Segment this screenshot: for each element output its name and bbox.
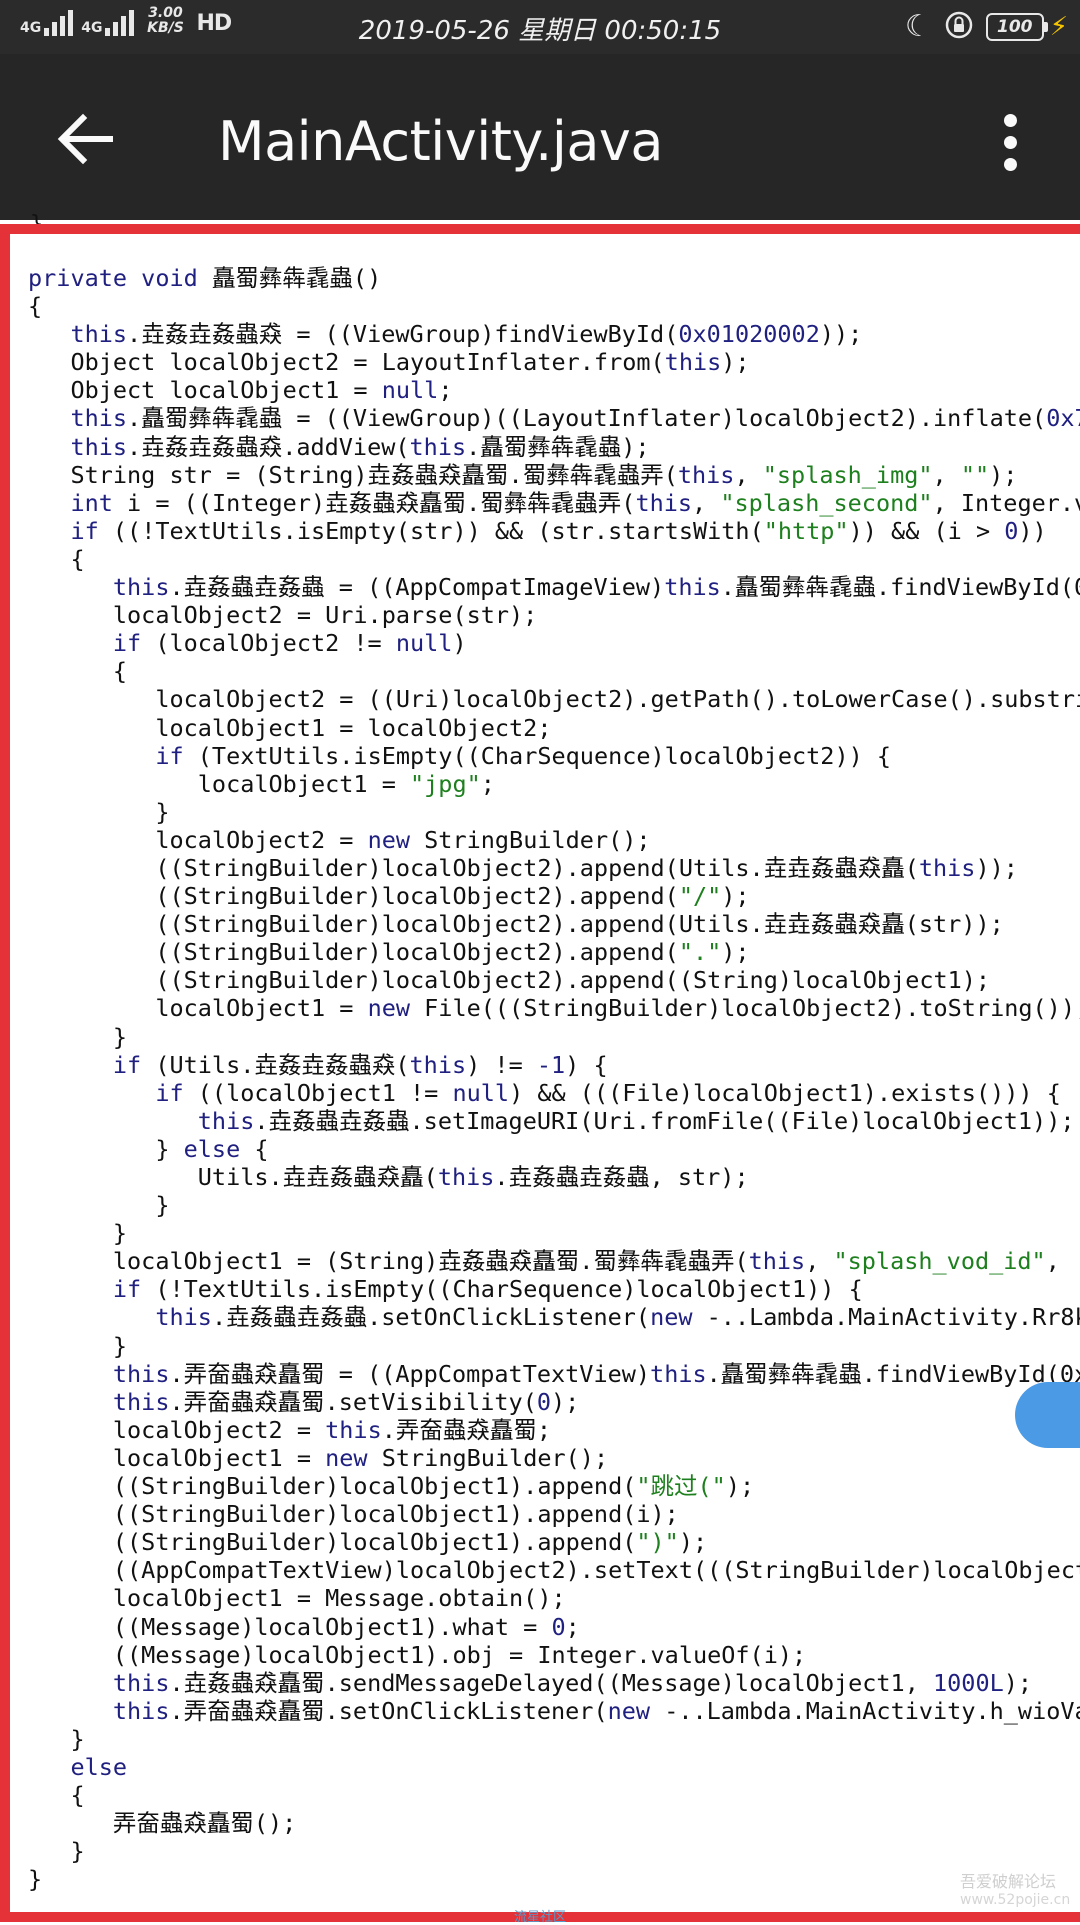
code-line: }: [28, 1724, 85, 1753]
code-line: this.矗蜀彝犇毳蟲 = ((ViewGroup)((LayoutInflat…: [70, 404, 1080, 433]
code-line: if (TextUtils.isEmpty((CharSequence)loca…: [155, 741, 892, 770]
code-line: localObject2 = ((Uri)localObject2).getPa…: [28, 685, 1080, 714]
page-title: MainActivity.java: [218, 110, 663, 173]
code-line: this.垚姦蟲垚姦蟲 = ((AppCompatImageView)this.…: [112, 573, 1080, 602]
code-line: ((StringBuilder)localObject1).append(i);: [28, 1500, 679, 1529]
code-line: String str = (String)垚姦蟲猋矗蜀.蜀彝犇毳蟲弄(this,…: [28, 460, 1018, 489]
code-line: {: [28, 292, 43, 321]
code-line: this.弄奤蟲猋矗蜀.setVisibility(0);: [112, 1387, 580, 1416]
status-right: ☾ 100 ⚡: [905, 10, 1068, 44]
code-line: Utils.垚垚姦蟲猋矗(this.垚姦蟲垚姦蟲, str);: [28, 1163, 749, 1191]
code-line: ((StringBuilder)localObject2).append("."…: [28, 938, 750, 967]
code-line: {: [28, 657, 128, 686]
code-line: }: [28, 1865, 43, 1894]
code-line: ((StringBuilder)localObject2).append((St…: [28, 966, 991, 995]
code-line: localObject2 = Uri.parse(str);: [28, 601, 538, 630]
code-line: else: [70, 1752, 128, 1781]
code-line: if (Utils.垚姦垚姦蟲猋(this) != -1) {: [112, 1050, 608, 1079]
code-line: Object localObject2 = LayoutInflater.fro…: [28, 348, 750, 377]
watermark-text: 吾爱破解论坛: [960, 1872, 1057, 1891]
code-line: localObject2 = new StringBuilder();: [28, 825, 651, 854]
code-line: if (localObject2 != null): [112, 629, 467, 658]
code-line: this.垚姦垚姦蟲猋.addView(this.矗蜀彝犇毳蟲);: [70, 432, 650, 461]
code-line: }: [28, 1331, 128, 1360]
code-line: private void 矗蜀彝犇毳蟲(): [28, 264, 382, 292]
code-line: this.垚姦蟲垚姦蟲.setImageURI(Uri.fromFile((Fi…: [197, 1106, 1075, 1135]
code-line: }: [28, 1219, 128, 1248]
overflow-menu-button[interactable]: [990, 114, 1030, 184]
code-line: localObject1 = localObject2;: [28, 713, 552, 742]
battery-icon: 100: [985, 13, 1048, 41]
code-line: }: [28, 1022, 128, 1051]
code-view[interactable]: private void 矗蜀彝犇毳蟲(){ this.垚姦垚姦蟲猋 = ((V…: [0, 224, 1080, 1922]
code-line: ((Message)localObject1).what = 0;: [28, 1612, 580, 1641]
code-text: private void 矗蜀彝犇毳蟲(){ this.垚姦垚姦蟲猋 = ((V…: [28, 264, 1080, 1893]
code-line: if ((!TextUtils.isEmpty(str)) && (str.st…: [70, 516, 1047, 545]
code-line: if (!TextUtils.isEmpty((CharSequence)loc…: [112, 1275, 863, 1304]
code-line: this.垚姦垚姦蟲猋 = ((ViewGroup)findViewById(0…: [70, 320, 863, 349]
code-line: ((StringBuilder)localObject2).append("/"…: [28, 882, 750, 911]
charging-icon: ⚡: [1049, 12, 1068, 42]
more-vert-icon: [1003, 114, 1017, 127]
code-line: localObject1 = new StringBuilder();: [28, 1443, 609, 1472]
code-line: this.弄奤蟲猋矗蜀 = ((AppCompatTextView)this.矗…: [112, 1359, 1080, 1388]
code-line: ((StringBuilder)localObject1).append(")"…: [28, 1528, 708, 1557]
watermark-url: www.52pojie.cn: [960, 1892, 1071, 1908]
code-line: }: [28, 1191, 170, 1220]
rotation-lock-icon: [944, 10, 974, 44]
code-line: this.垚姦蟲猋矗蜀.sendMessageDelayed((Message)…: [112, 1668, 1033, 1697]
code-line: }: [28, 1837, 85, 1866]
watermark-bottom: 流星社区: [514, 1910, 567, 1925]
status-bar: 4G 4G 3.00 KB/S HD 2019-05-26 星期日 00:50:…: [0, 0, 1080, 54]
code-line: localObject1 = (String)垚姦蟲猋矗蜀.蜀彝犇毳蟲弄(thi…: [28, 1247, 1080, 1276]
code-line: if ((localObject1 != null) && (((File)lo…: [155, 1078, 1061, 1107]
code-line: localObject1 = new File(((StringBuilder)…: [28, 994, 1080, 1023]
code-line: ((StringBuilder)localObject2).append(Uti…: [28, 910, 1004, 939]
code-line: localObject1 = Message.obtain();: [28, 1584, 566, 1613]
code-line: localObject2 = this.弄奤蟲猋矗蜀;: [28, 1415, 552, 1444]
floating-action-button[interactable]: [1015, 1382, 1080, 1448]
code-line: this.弄奤蟲猋矗蜀.setOnClickListener(new -..La…: [112, 1696, 1080, 1725]
code-line: 弄奤蟲猋矗蜀();: [28, 1809, 297, 1838]
app-bar: MainActivity.java: [0, 54, 1080, 220]
code-line: {: [28, 544, 85, 573]
code-line: Object localObject1 = null;: [28, 376, 453, 405]
code-line: ((Message)localObject1).obj = Integer.va…: [28, 1640, 807, 1669]
back-arrow-icon: [57, 113, 113, 165]
code-line: }: [28, 797, 170, 826]
code-line: ((StringBuilder)localObject1).append("跳过…: [28, 1472, 755, 1501]
code-line: localObject1 = "jpg";: [28, 769, 495, 798]
code-line: this.垚姦蟲垚姦蟲.setOnClickListener(new -..La…: [155, 1303, 1080, 1332]
code-line: int i = ((Integer)垚姦蟲猋矗蜀.蜀彝犇毳蟲弄(this, "s…: [70, 488, 1080, 517]
code-line: } else {: [28, 1134, 269, 1163]
moon-icon: ☾: [904, 9, 932, 44]
back-button[interactable]: [50, 104, 120, 174]
code-line: {: [28, 1781, 85, 1810]
code-line: ((AppCompatTextView)localObject2).setTex…: [28, 1556, 1080, 1585]
code-line: ((StringBuilder)localObject2).append(Uti…: [28, 853, 1018, 882]
